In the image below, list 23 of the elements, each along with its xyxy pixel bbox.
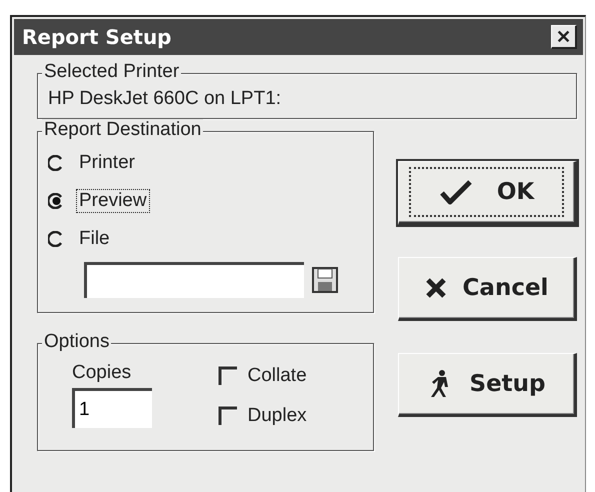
radio-button[interactable] bbox=[48, 193, 64, 209]
copies-field[interactable]: 1 bbox=[72, 388, 152, 428]
group-label: Report Destination bbox=[42, 119, 204, 141]
window-title: Report Setup bbox=[22, 25, 172, 49]
checkbox-label[interactable]: Duplex bbox=[248, 405, 307, 427]
close-button[interactable]: ✕ bbox=[551, 25, 577, 49]
radio-label[interactable]: Printer bbox=[76, 151, 138, 175]
checkbox-label[interactable]: Collate bbox=[248, 365, 307, 387]
radio-label[interactable]: Preview bbox=[76, 189, 150, 213]
checkbox[interactable] bbox=[218, 406, 238, 426]
cancel-button[interactable]: Cancel bbox=[398, 257, 577, 321]
copies-label: Copies bbox=[72, 362, 132, 384]
ok-button[interactable]: OK bbox=[398, 161, 577, 225]
check-icon bbox=[438, 179, 473, 205]
file-path-field[interactable] bbox=[84, 262, 304, 298]
radio-label[interactable]: File bbox=[76, 227, 113, 251]
x-icon bbox=[424, 277, 447, 299]
setup-button[interactable]: Setup bbox=[398, 353, 577, 417]
radio-button[interactable] bbox=[48, 231, 64, 247]
group-label: Options bbox=[42, 331, 112, 353]
checkbox[interactable] bbox=[218, 366, 238, 386]
printer-name: HP DeskJet 660C on LPT1: bbox=[48, 88, 282, 110]
radio-button[interactable] bbox=[48, 155, 64, 171]
